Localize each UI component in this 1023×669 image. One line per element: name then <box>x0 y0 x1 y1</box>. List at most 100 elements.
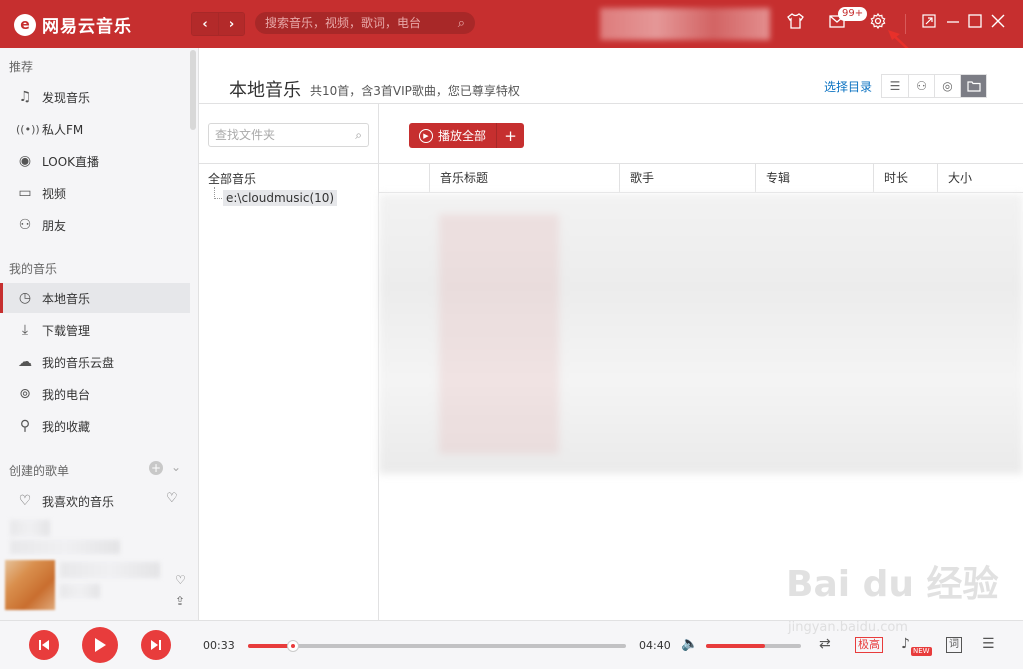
sidebar-item-collection[interactable]: ⚲ 我的收藏 <box>0 411 190 441</box>
podcast-icon: ⊚ <box>19 386 31 402</box>
album-view-icon[interactable]: ◎ <box>934 75 960 97</box>
lyric-toggle[interactable]: 词 <box>946 637 962 653</box>
add-to-queue-button[interactable]: + <box>496 123 525 148</box>
folder-view-icon[interactable] <box>960 75 986 97</box>
sidebar-item-downloads[interactable]: ⤓ 下载管理 <box>0 315 190 345</box>
tree-root-all-music[interactable]: 全部音乐 <box>208 170 256 187</box>
play-icon <box>95 638 106 652</box>
column-album[interactable]: 专辑 <box>755 164 873 193</box>
skin-icon[interactable] <box>787 13 804 33</box>
sound-effect-icon[interactable]: ♪ <box>901 636 910 652</box>
add-playlist-icon[interactable]: + <box>149 461 163 475</box>
play-all-button[interactable]: ▶ 播放全部 <box>409 123 497 148</box>
sidebar-item-discover[interactable]: ♫ 发现音乐 <box>0 82 190 112</box>
sidebar-item-cloud[interactable]: ☁ 我的音乐云盘 <box>0 347 190 377</box>
column-duration[interactable]: 时长 <box>873 164 937 193</box>
sidebar-item-friends[interactable]: ⚇ 朋友 <box>0 210 190 240</box>
blurred-playlist[interactable] <box>10 540 120 554</box>
tree-connector <box>214 187 222 199</box>
sidebar-item-label: 发现音乐 <box>42 90 91 105</box>
section-recommend: 推荐 <box>9 60 34 74</box>
progress-slider[interactable] <box>248 640 626 652</box>
sidebar-item-label: 我的收藏 <box>42 419 91 434</box>
sidebar: 推荐 ♫ 发现音乐 ((•)) 私人FM ◉ LOOK直播 ▭ 视频 ⚇ 朋友 … <box>0 48 199 620</box>
page-title: 本地音乐 <box>229 80 301 101</box>
cloud-icon: ☁ <box>18 354 32 370</box>
chevron-down-icon[interactable]: ⌄ <box>171 460 181 474</box>
message-badge: 99+ <box>838 7 868 21</box>
elapsed-time: 00:33 <box>203 639 235 652</box>
next-button[interactable] <box>141 630 171 660</box>
progress-handle[interactable] <box>286 640 299 652</box>
next-icon <box>151 640 161 650</box>
heart-icon: ♡ <box>18 493 32 509</box>
search-icon[interactable]: ⌕ <box>458 16 465 31</box>
section-playlists: 创建的歌单 <box>9 464 70 478</box>
collection-icon: ⚲ <box>19 418 31 434</box>
folder-search-box[interactable]: ⌕ <box>208 123 369 147</box>
sidebar-item-label: 下载管理 <box>42 323 91 338</box>
share-icon[interactable]: ⇪ <box>175 594 185 608</box>
play-button[interactable] <box>82 627 118 663</box>
playlist-icon[interactable]: ☰ <box>982 636 995 652</box>
sidebar-item-live[interactable]: ◉ LOOK直播 <box>0 146 190 176</box>
playlist-mode-icon[interactable]: ⇄ <box>819 636 831 652</box>
quality-badge[interactable]: 极高 <box>855 637 883 653</box>
divider <box>199 163 379 164</box>
friends-icon: ⚇ <box>18 217 32 233</box>
folder-panel: ⌕ 全部音乐 e:\cloudmusic(10) <box>199 103 379 620</box>
total-duration: 04:40 <box>639 639 671 652</box>
sidebar-item-label: 我的电台 <box>42 387 91 402</box>
main-content: 本地音乐 共10首，含3首VIP歌曲，您已尊享特权 选择目录 ☰ ⚇ ◎ ⌕ 全… <box>199 48 1023 620</box>
sidebar-item-local-music[interactable]: ◷ 本地音乐 <box>0 283 190 313</box>
volume-slider[interactable] <box>706 644 801 648</box>
now-playing-album-art[interactable] <box>5 560 55 610</box>
search-icon[interactable]: ⌕ <box>355 128 362 143</box>
forward-button[interactable]: › <box>218 13 244 35</box>
sidebar-item-label: 我喜欢的音乐 <box>42 494 115 509</box>
tree-item-folder[interactable]: e:\cloudmusic(10) <box>223 190 338 206</box>
user-info-blurred[interactable] <box>600 8 770 40</box>
search-box[interactable]: ⌕ <box>255 12 475 34</box>
list-view-icon[interactable]: ☰ <box>882 75 908 97</box>
sidebar-item-label: 视频 <box>42 186 67 201</box>
blurred-artist[interactable] <box>60 584 100 598</box>
blurred-song-title[interactable] <box>60 562 160 578</box>
artist-view-icon[interactable]: ⚇ <box>908 75 934 97</box>
title-bar: e 网易云音乐 ‹ › ⌕ 99+ <box>0 0 1023 48</box>
sidebar-item-liked[interactable]: ♡ 我喜欢的音乐 <box>0 486 190 516</box>
song-table-rows-blurred[interactable] <box>379 194 1023 474</box>
app-logo[interactable]: e 网易云音乐 <box>14 12 132 37</box>
heartbeat-mode-icon[interactable]: ♡ <box>166 491 178 506</box>
netease-logo-icon: e <box>14 13 36 36</box>
folder-search-input[interactable] <box>215 128 345 142</box>
minimize-icon[interactable] <box>946 13 960 32</box>
maximize-icon[interactable] <box>968 13 982 32</box>
new-badge: NEW <box>911 647 932 656</box>
player-bar: 00:33 04:40 🔈 ⇄ 极高 ♪ NEW 词 ☰ <box>0 620 1023 669</box>
back-button[interactable]: ‹ <box>192 13 218 35</box>
search-input[interactable] <box>265 16 445 30</box>
sidebar-item-label: LOOK直播 <box>42 154 100 169</box>
sidebar-item-video[interactable]: ▭ 视频 <box>0 178 190 208</box>
close-icon[interactable] <box>991 13 1005 32</box>
song-table-header: 音乐标题 歌手 专辑 时长 大小 <box>379 163 1023 193</box>
radio-icon: ((•)) <box>16 122 40 136</box>
select-directory-link[interactable]: 选择目录 <box>824 78 872 95</box>
blurred-playlist[interactable] <box>10 520 50 536</box>
volume-icon[interactable]: 🔈 <box>681 636 698 652</box>
sidebar-item-fm[interactable]: ((•)) 私人FM <box>0 114 190 144</box>
song-list-panel: ▶ 播放全部 + 音乐标题 歌手 专辑 时长 大小 <box>379 103 1023 620</box>
like-heart-icon[interactable]: ♡ <box>175 573 186 587</box>
column-title[interactable]: 音乐标题 <box>429 164 619 193</box>
previous-button[interactable] <box>29 630 59 660</box>
app-name: 网易云音乐 <box>42 17 132 37</box>
sidebar-item-label: 朋友 <box>42 218 67 233</box>
local-music-icon: ◷ <box>18 290 32 306</box>
volume-fill <box>706 644 765 648</box>
column-artist[interactable]: 歌手 <box>619 164 755 193</box>
play-all-group: ▶ 播放全部 + <box>409 123 525 148</box>
column-size[interactable]: 大小 <box>937 164 1023 193</box>
sidebar-scrollbar[interactable] <box>190 50 196 130</box>
sidebar-item-podcast[interactable]: ⊚ 我的电台 <box>0 379 190 409</box>
